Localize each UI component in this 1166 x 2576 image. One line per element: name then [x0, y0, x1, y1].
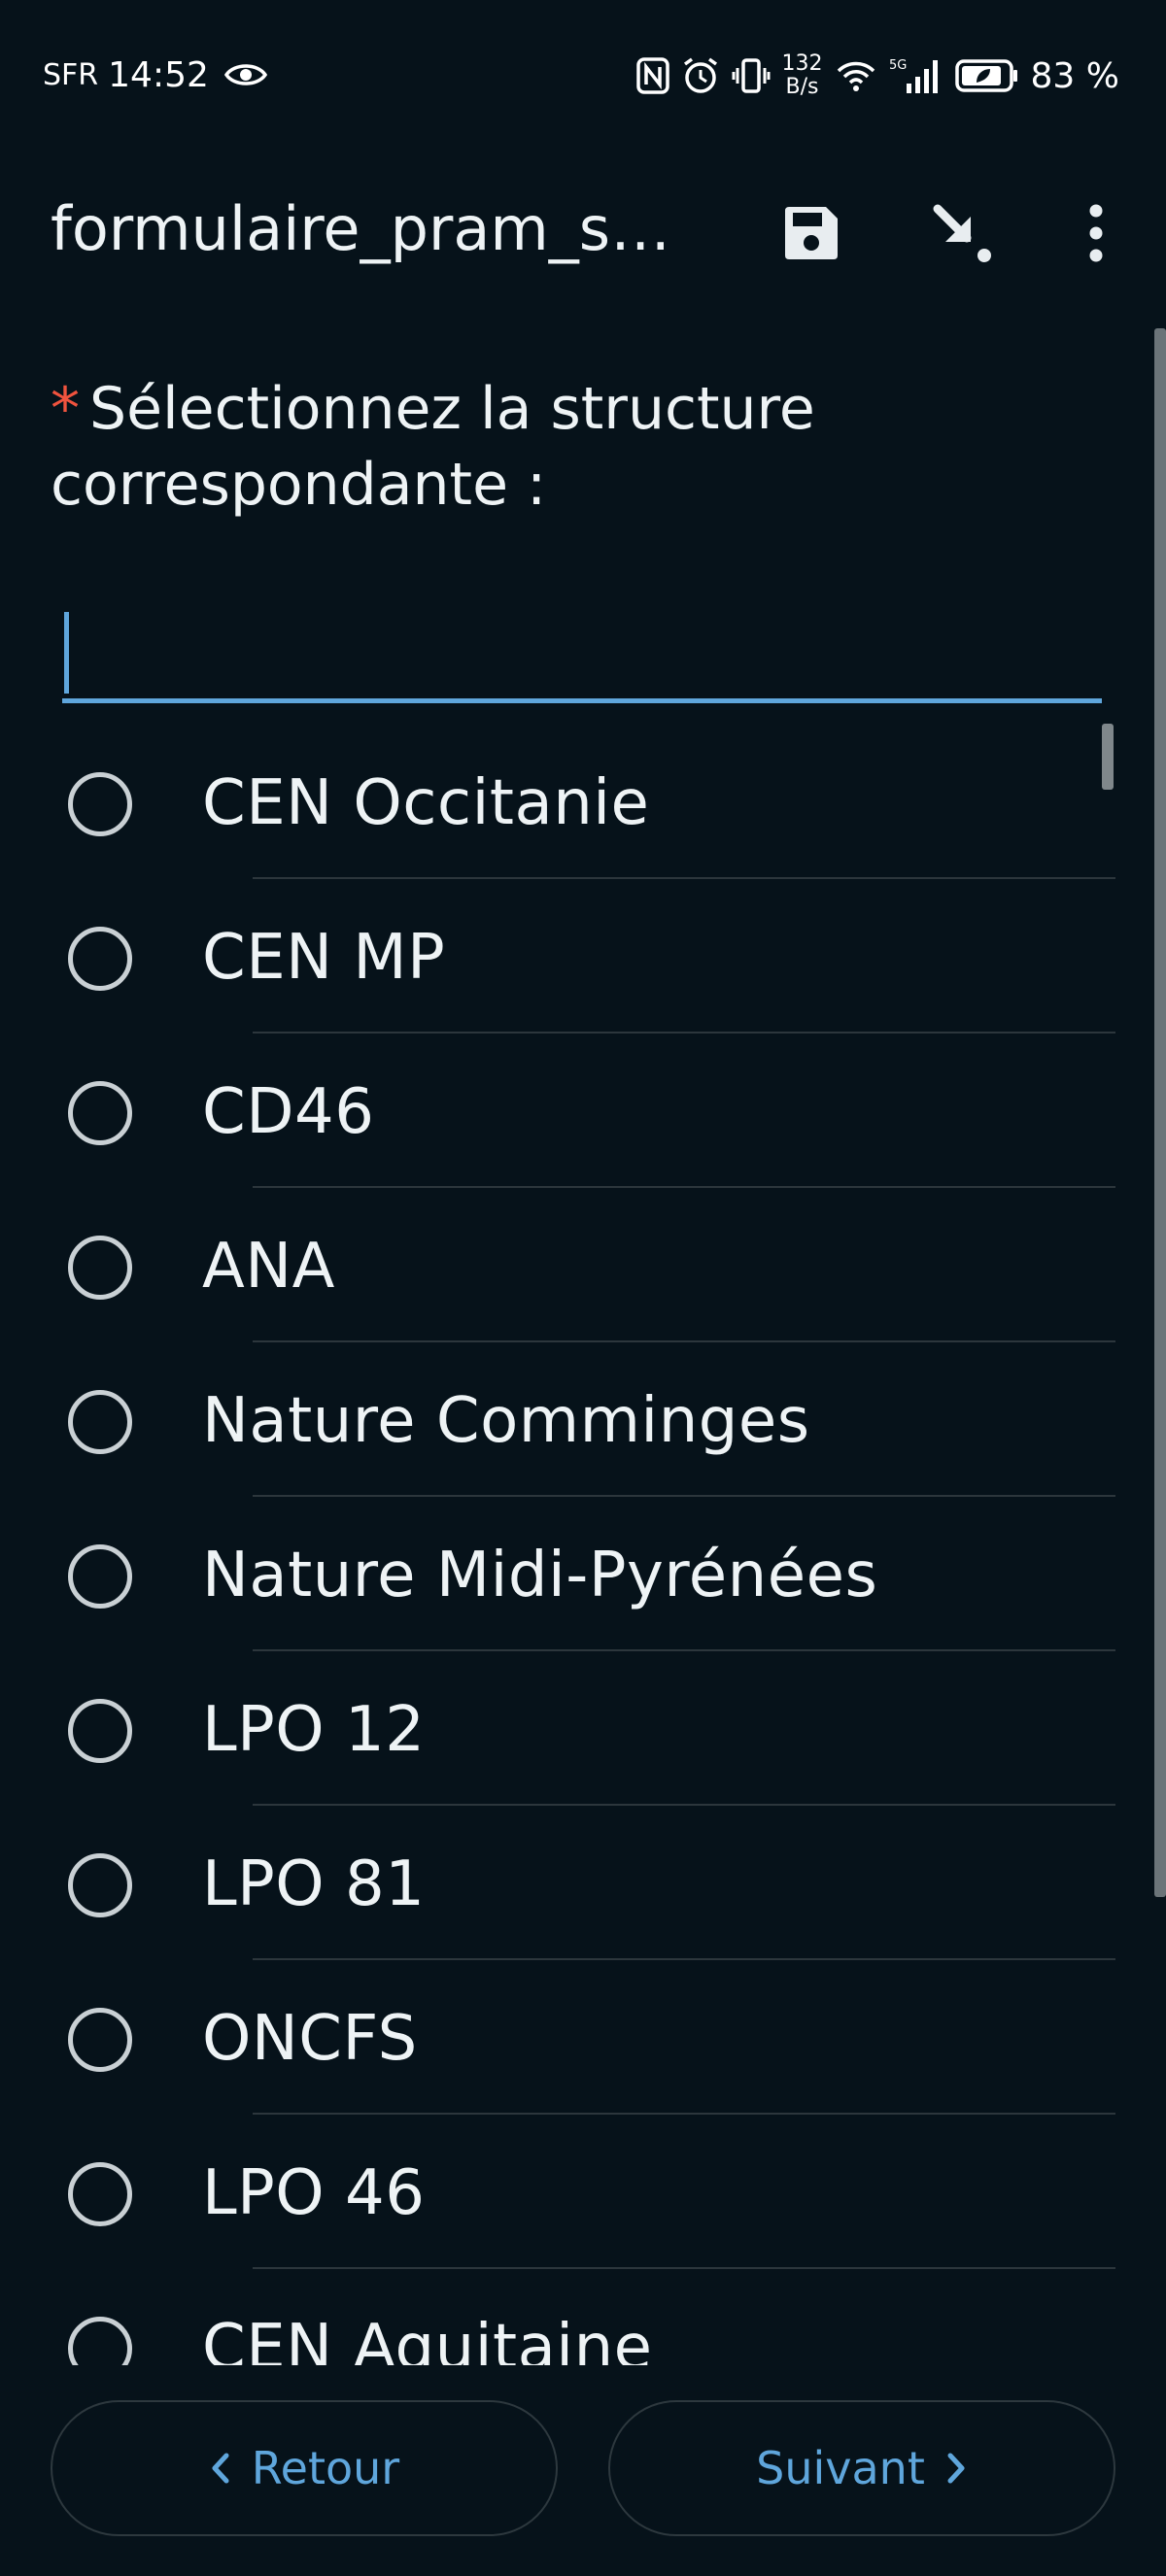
chevron-left-icon: [212, 2453, 229, 2484]
net-speed-value: 132: [781, 51, 823, 76]
back-button[interactable]: Retour: [51, 2400, 558, 2536]
radio-button[interactable]: [68, 1081, 132, 1145]
vibrate-icon: [732, 58, 771, 93]
option-item[interactable]: CEN Occitanie: [0, 724, 1166, 879]
option-item[interactable]: LPO 81: [0, 1805, 1166, 1960]
radio-button[interactable]: [68, 2317, 132, 2365]
option-item[interactable]: LPO 12: [0, 1650, 1166, 1806]
network-type-label: 5G: [889, 58, 907, 73]
option-item[interactable]: ANA: [0, 1187, 1166, 1342]
option-label: CEN Aquitaine: [202, 2312, 653, 2365]
option-divider: [253, 1340, 1115, 1342]
bottom-navigation: Retour Suivant: [0, 2365, 1166, 2576]
net-speed: 132 B/s: [782, 52, 823, 99]
next-button-label: Suivant: [756, 2442, 925, 2494]
search-input[interactable]: [62, 602, 1102, 698]
option-divider: [253, 1032, 1115, 1034]
radio-button[interactable]: [68, 1853, 132, 1917]
option-label: CEN Occitanie: [202, 767, 650, 839]
option-label: CEN MP: [202, 922, 446, 994]
option-item[interactable]: ONCFS: [0, 1959, 1166, 2115]
chevron-right-icon: [947, 2453, 965, 2484]
radio-button[interactable]: [68, 1390, 132, 1454]
clock: 14:52: [108, 54, 209, 95]
status-right: 132 B/s 5G 83 %: [635, 47, 1119, 105]
carrier-label: SFR: [43, 57, 99, 92]
radio-button[interactable]: [68, 772, 132, 836]
radio-button[interactable]: [68, 1544, 132, 1609]
option-label: LPO 12: [202, 1694, 426, 1766]
form-title: formulaire_pram_si...: [51, 194, 682, 264]
option-item[interactable]: CEN Aquitaine: [0, 2268, 1166, 2365]
save-icon: [785, 207, 838, 259]
option-divider: [253, 1804, 1115, 1806]
nfc-icon: [635, 57, 669, 94]
jump-arrow-icon: [933, 204, 991, 262]
option-divider: [253, 1495, 1115, 1497]
screen: SFR 14:52 132 B/s 5G 83 % formulaire_pra…: [0, 0, 1166, 2576]
option-label: ONCFS: [202, 2003, 418, 2075]
signal-icon: 5G: [889, 58, 938, 93]
option-label: Nature Midi-Pyrénées: [202, 1540, 878, 1611]
option-divider: [253, 1958, 1115, 1960]
option-label: ANA: [202, 1231, 335, 1303]
wifi-icon: [837, 61, 874, 91]
text-cursor: [64, 612, 69, 694]
eye-icon: [223, 64, 267, 85]
question-label: * Sélectionnez la structure correspondant…: [51, 371, 1110, 523]
option-divider: [253, 2113, 1115, 2115]
next-button[interactable]: Suivant: [608, 2400, 1115, 2536]
search-field[interactable]: [62, 602, 1102, 703]
option-divider: [253, 877, 1115, 879]
list-scrollbar[interactable]: [1102, 724, 1114, 790]
option-label: LPO 81: [202, 1848, 426, 1920]
option-label: LPO 46: [202, 2157, 426, 2229]
battery-icon: [954, 59, 1017, 92]
option-item[interactable]: CEN MP: [0, 878, 1166, 1034]
back-button-label: Retour: [251, 2442, 400, 2494]
option-item[interactable]: LPO 46: [0, 2114, 1166, 2269]
alarm-icon: [683, 57, 717, 93]
net-speed-unit: B/s: [785, 75, 819, 99]
option-item[interactable]: CD46: [0, 1033, 1166, 1188]
battery-percent: 83 %: [1030, 55, 1119, 96]
status-left: SFR 14:52: [43, 51, 267, 99]
options-list[interactable]: CEN Aquitaine LPO 46 ONCFS LPO 81 LPO 12 Natu…: [0, 724, 1166, 2365]
radio-button[interactable]: [68, 927, 132, 991]
question-text: Sélectionnez la structure correspondante…: [51, 375, 815, 519]
radio-button[interactable]: [68, 2008, 132, 2072]
more-vert-icon: [1089, 204, 1103, 262]
radio-button[interactable]: [68, 1236, 132, 1300]
option-divider: [253, 1649, 1115, 1651]
more-options-button[interactable]: [1057, 194, 1135, 272]
radio-button[interactable]: [68, 1699, 132, 1763]
option-divider: [253, 2267, 1115, 2269]
status-bar: SFR 14:52 132 B/s 5G 83 %: [0, 0, 1166, 146]
save-button[interactable]: [772, 194, 850, 272]
option-item[interactable]: Nature Midi-Pyrénées: [0, 1496, 1166, 1651]
radio-button[interactable]: [68, 2162, 132, 2226]
go-to-question-button[interactable]: [923, 194, 1001, 272]
option-divider: [253, 1186, 1115, 1188]
option-label: CD46: [202, 1076, 375, 1148]
required-marker: *: [51, 375, 80, 443]
app-bar: formulaire_pram_si...: [0, 165, 1166, 291]
option-label: Nature Comminges: [202, 1385, 810, 1457]
option-item[interactable]: Nature Comminges: [0, 1341, 1166, 1497]
